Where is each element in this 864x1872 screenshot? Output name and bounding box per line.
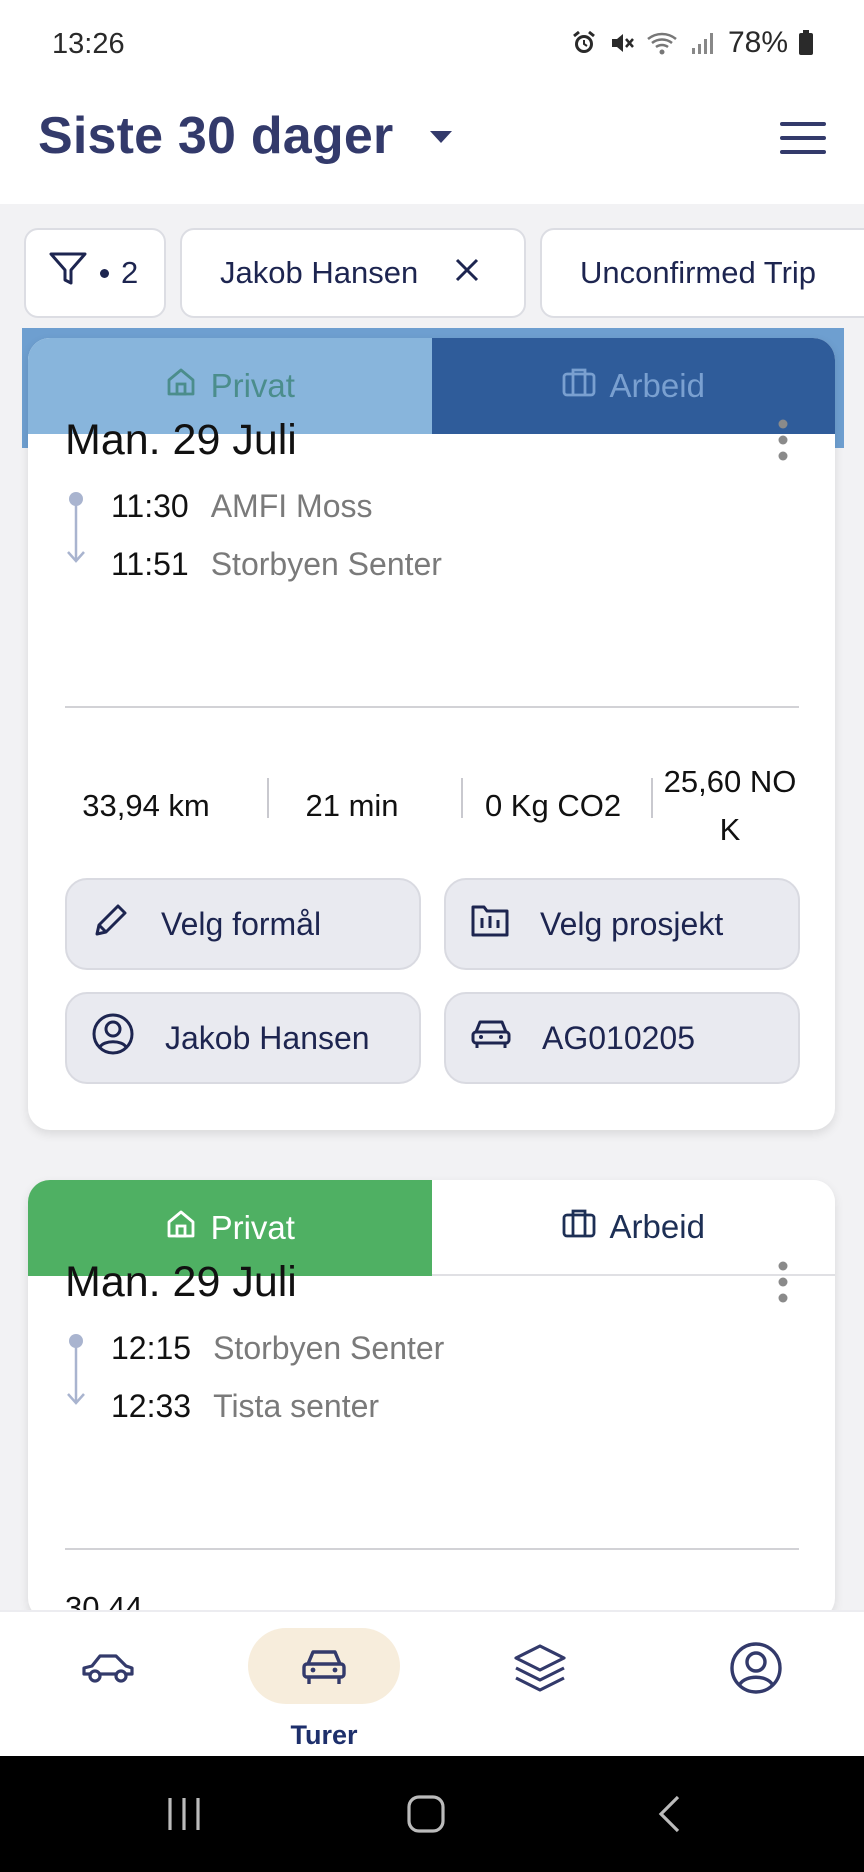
trip-stats: 33,94 km 21 min 0 Kg CO2 25,60 NO K: [65, 746, 805, 866]
hamburger-menu-icon[interactable]: [778, 116, 828, 160]
filter-bar: 2 Jakob Hansen Unconfirmed Trip: [0, 228, 864, 320]
car-icon: [470, 1017, 512, 1059]
purpose-label: Velg formål: [161, 905, 322, 942]
filter-chip[interactable]: 2: [24, 228, 166, 318]
caret-down-icon[interactable]: [428, 129, 454, 150]
private-label: Privat: [210, 1209, 295, 1246]
cost-line-2: K: [719, 812, 741, 847]
driver-label: Jakob Hansen: [165, 1019, 370, 1056]
battery-icon: [798, 30, 814, 56]
status-time: 13:26: [52, 28, 125, 60]
end-time: 12:33: [111, 1388, 192, 1424]
nav-label-trips[interactable]: Turer: [248, 1720, 400, 1751]
co2: 0 Kg CO2: [484, 788, 622, 823]
briefcase-icon: [562, 367, 596, 405]
private-label: Privat: [210, 367, 295, 404]
more-options-icon[interactable]: [777, 1260, 789, 1304]
person-filter-chip[interactable]: Jakob Hansen: [180, 228, 526, 318]
trip-route: 12:15 Storbyen Senter 12:33 Tista senter: [65, 1330, 765, 1442]
user-circle-icon: [91, 1012, 135, 1064]
work-label: Arbeid: [609, 1208, 705, 1245]
more-options-icon[interactable]: [777, 418, 789, 462]
bottom-navigation: Turer: [0, 1610, 864, 1756]
select-purpose-button[interactable]: Velg formål: [65, 878, 421, 970]
duration: 21 min: [305, 788, 399, 823]
work-toggle[interactable]: Arbeid: [431, 338, 835, 434]
filter-count: 2: [121, 255, 139, 290]
end-place: Storbyen Senter: [210, 546, 442, 582]
trip-date: Man. 29 Juli: [65, 416, 297, 464]
divider: [65, 706, 799, 708]
filter-dot: [100, 268, 109, 278]
funnel-icon: [48, 251, 88, 295]
alarm-icon: [570, 29, 598, 57]
status-filter-label: Unconfirmed Trip: [580, 255, 817, 290]
start-time: 11:30: [111, 488, 189, 524]
mute-icon: [608, 29, 636, 57]
status-icons: 78%: [570, 26, 814, 60]
home-icon: [165, 366, 197, 406]
end-place: Tista senter: [213, 1388, 380, 1424]
app-header: Siste 30 dager: [0, 92, 864, 204]
distance: 33,94 km: [82, 788, 210, 823]
work-toggle[interactable]: Arbeid: [431, 1180, 835, 1276]
vehicle-label: AG010205: [542, 1019, 696, 1056]
trip-card: Privat Arbeid Man. 29 Juli 11:30 AMFI Mo…: [28, 338, 835, 1130]
vehicle-button[interactable]: AG010205: [444, 992, 800, 1084]
signal-icon: [690, 30, 716, 56]
wifi-icon: [646, 29, 680, 57]
work-label: Arbeid: [609, 367, 705, 404]
start-place: AMFI Moss: [210, 488, 373, 524]
project-folder-icon: [470, 902, 510, 946]
car-icon[interactable]: [80, 1648, 136, 1693]
start-place: Storbyen Senter: [213, 1330, 445, 1366]
project-label: Velg prosjekt: [540, 905, 724, 942]
home-icon: [165, 1208, 197, 1248]
start-time: 12:15: [111, 1330, 192, 1366]
layers-icon[interactable]: [512, 1642, 568, 1701]
briefcase-icon: [562, 1208, 596, 1246]
divider: [65, 1548, 799, 1550]
trip-card: Privat Arbeid Man. 29 Juli 12:15 Storbye…: [28, 1180, 835, 1620]
route-line-icon: [65, 490, 87, 570]
page-title[interactable]: Siste 30 dager: [38, 106, 393, 166]
system-navigation-bar: [0, 1756, 864, 1872]
select-project-button[interactable]: Velg prosjekt: [444, 878, 800, 970]
battery-percent: 78%: [727, 26, 788, 59]
trip-route: 11:30 AMFI Moss 11:51 Storbyen Senter: [65, 488, 765, 600]
route-line-icon: [65, 1332, 87, 1412]
recent-apps-icon[interactable]: [164, 1796, 204, 1837]
back-icon[interactable]: [656, 1794, 682, 1839]
end-time: 11:51: [111, 546, 189, 582]
profile-icon[interactable]: [728, 1640, 784, 1701]
close-icon[interactable]: [454, 255, 480, 291]
home-button-icon[interactable]: [406, 1794, 446, 1839]
person-filter-label: Jakob Hansen: [220, 255, 419, 290]
cost: 25,60 NO K: [655, 746, 805, 866]
cost-line-1: 25,60 NO: [663, 764, 797, 799]
status-bar: 13:26 78%: [0, 0, 864, 92]
driver-button[interactable]: Jakob Hansen: [65, 992, 421, 1084]
status-filter-chip[interactable]: Unconfirmed Trip: [540, 228, 864, 318]
trip-date: Man. 29 Juli: [65, 1258, 297, 1306]
trips-icon[interactable]: [300, 1646, 348, 1693]
pencil-icon: [91, 900, 131, 948]
stat-separator: [651, 778, 653, 818]
